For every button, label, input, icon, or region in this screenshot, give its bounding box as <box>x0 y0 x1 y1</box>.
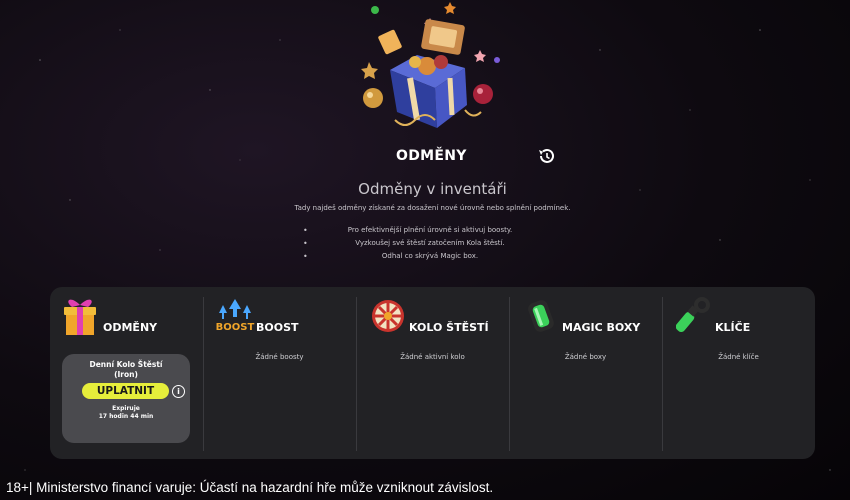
reward-card: Denní Kolo Štěstí (Iron) UPLATNIT i Expi… <box>62 354 190 443</box>
keys-column: KLÍČE Žádné klíče <box>662 287 815 459</box>
magic-box-heading: MAGIC BOXY <box>562 321 641 334</box>
page-title: ODMĚNY <box>396 148 467 164</box>
keys-empty: Žádné klíče <box>718 353 759 361</box>
wheel-icon <box>372 300 404 332</box>
redeem-button[interactable]: UPLATNIT <box>82 383 169 399</box>
reward-card-title: Denní Kolo Štěstí (Iron) <box>62 360 190 380</box>
magic-box-empty: Žádné boxy <box>564 353 607 361</box>
wheel-empty: Žádné aktivní kolo <box>400 353 465 361</box>
treasure-box-illustration <box>361 2 500 128</box>
history-icon[interactable] <box>536 146 556 166</box>
gambling-disclaimer: 18+| Ministerstvo financí varuje: Účastí… <box>6 480 494 495</box>
expires-value: 17 hodin 44 min <box>98 413 154 420</box>
info-icon[interactable]: i <box>172 385 185 398</box>
boost-column: BOOST BOOST Žádné boosty <box>203 287 356 459</box>
boost-heading: BOOST <box>256 321 299 334</box>
tip-item: Odhal co skrývá Magic box. <box>300 250 560 263</box>
rewards-heading: ODMĚNY <box>103 321 158 334</box>
reward-card-title-line1: Denní Kolo Štěstí <box>89 360 163 369</box>
magic-box-column: MAGIC BOXY Žádné boxy <box>509 287 662 459</box>
tip-item: Vyzkoušej své štěstí zatočením Kola štěs… <box>300 237 560 250</box>
wheel-column: KOLO ŠTĚSTÍ Žádné aktivní kolo <box>356 287 509 459</box>
reward-card-title-line2: (Iron) <box>114 370 138 379</box>
keys-heading: KLÍČE <box>715 321 751 334</box>
inventory-panel: ODMĚNY Denní Kolo Štěstí (Iron) UPLATNIT… <box>50 287 815 459</box>
boost-icon: BOOST <box>216 299 255 333</box>
tip-item: Pro efektivnější plnění úrovně si aktivu… <box>300 224 560 237</box>
key-icon <box>676 297 710 333</box>
reward-expiry: Expiruje 17 hodin 44 min <box>62 405 190 421</box>
rewards-column: ODMĚNY Denní Kolo Štěstí (Iron) UPLATNIT… <box>50 287 203 459</box>
boost-empty: Žádné boosty <box>255 353 304 361</box>
tips-list: Pro efektivnější plnění úrovně si aktivu… <box>300 224 560 263</box>
wheel-heading: KOLO ŠTĚSTÍ <box>409 321 489 334</box>
gift-icon <box>64 299 96 335</box>
inventory-subtitle: Odměny v inventáři <box>358 180 507 198</box>
inventory-description: Tady najdeš odměny získané za dosažení n… <box>294 204 571 212</box>
expires-label: Expiruje <box>112 405 140 412</box>
boost-icon-text: BOOST <box>216 322 255 333</box>
magic-box-icon <box>528 300 554 332</box>
